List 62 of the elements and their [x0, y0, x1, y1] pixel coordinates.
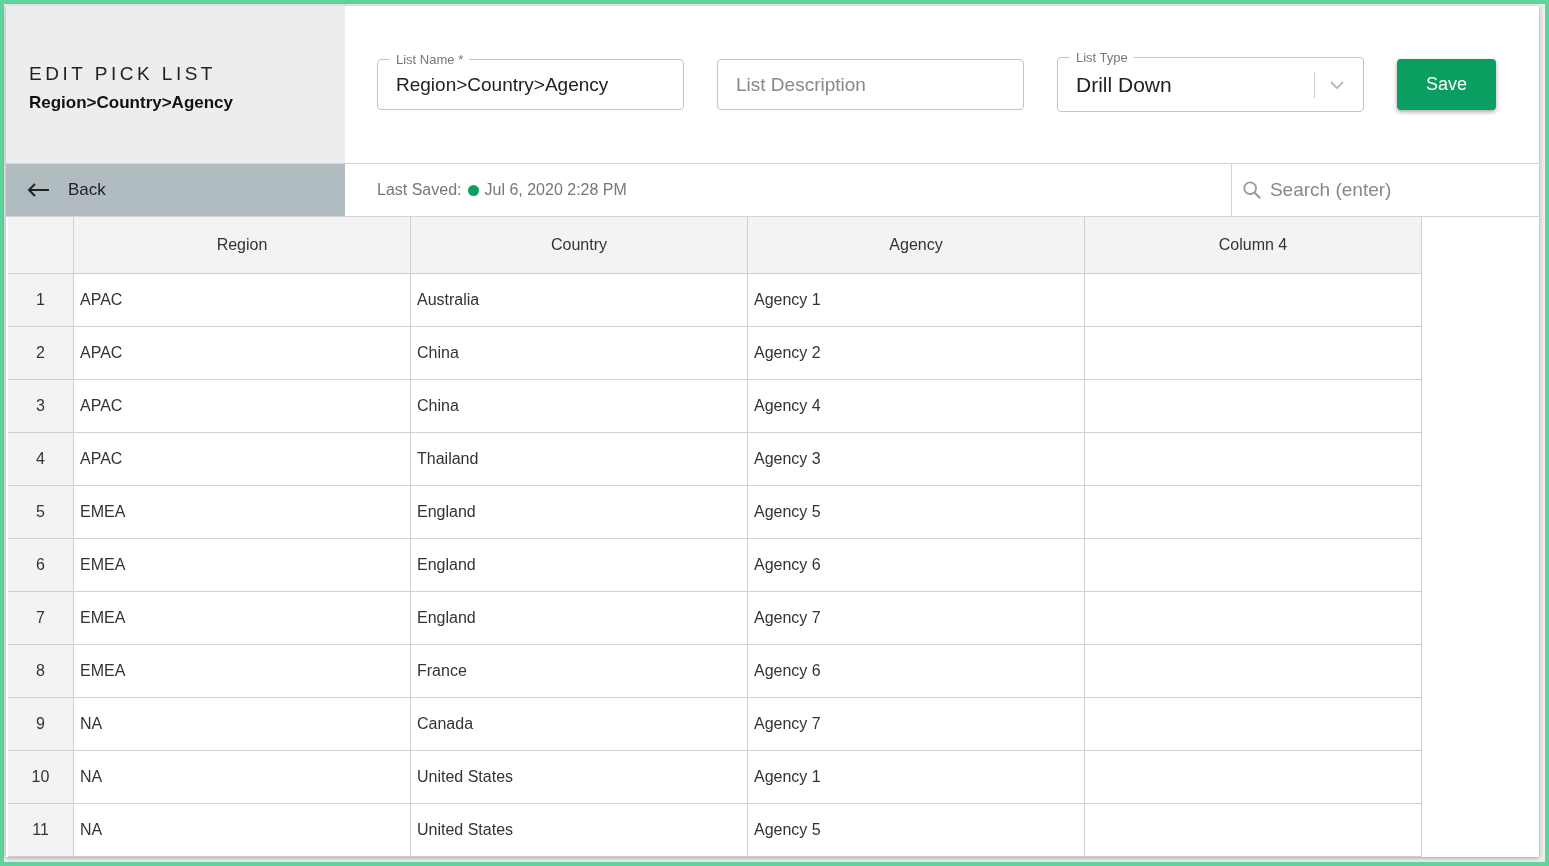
table-cell: Agency 5 [748, 804, 1085, 857]
row-number: 6 [8, 539, 74, 592]
table-cell: NA [74, 804, 411, 857]
table-cell: EMEA [74, 486, 411, 539]
table-cell: China [411, 380, 748, 433]
row-number: 4 [8, 433, 74, 486]
table-cell: England [411, 486, 748, 539]
table-cell: APAC [74, 380, 411, 433]
row-number: 7 [8, 592, 74, 645]
table-cell: EMEA [74, 539, 411, 592]
row-number: 2 [8, 327, 74, 380]
table-cell: APAC [74, 327, 411, 380]
table-cell: England [411, 539, 748, 592]
table-cell: Agency 6 [748, 645, 1085, 698]
table-cell: Agency 1 [748, 751, 1085, 804]
arrow-left-icon [26, 182, 50, 199]
table-cell: Agency 1 [748, 274, 1085, 327]
row-number: 5 [8, 486, 74, 539]
table-cell: United States [411, 804, 748, 857]
column-header[interactable]: Country [411, 217, 748, 274]
row-number: 1 [8, 274, 74, 327]
table-cell: China [411, 327, 748, 380]
last-saved-time: Jul 6, 2020 2:28 PM [484, 181, 627, 200]
table-cell: NA [74, 698, 411, 751]
row-number: 8 [8, 645, 74, 698]
table-cell: Agency 3 [748, 433, 1085, 486]
table-cell: EMEA [74, 645, 411, 698]
table-cell: APAC [74, 433, 411, 486]
search-icon [1242, 179, 1262, 202]
table-cell: NA [74, 751, 411, 804]
text-input[interactable]: Region>Country>Agency [396, 73, 665, 96]
row-number: 11 [8, 804, 74, 857]
table-cell: Agency 2 [748, 327, 1085, 380]
text-field[interactable]: List Description [717, 59, 1024, 111]
table-cell: Agency 7 [748, 592, 1085, 645]
search-field[interactable]: Search (enter) [1231, 164, 1539, 216]
list-title: Region>Country>Agency [29, 92, 235, 113]
table-cell: England [411, 592, 748, 645]
table-cell: Agency 6 [748, 539, 1085, 592]
table-cell: France [411, 645, 748, 698]
row-number: 9 [8, 698, 74, 751]
column-header[interactable]: Column 4 [1085, 217, 1422, 274]
last-saved-label: Last Saved: [377, 181, 462, 200]
table-cell: Agency 4 [748, 380, 1085, 433]
field-label: List Type [1070, 50, 1134, 66]
back-button[interactable]: Back [6, 164, 345, 216]
table-cell: Canada [411, 698, 748, 751]
search-input[interactable]: Search (enter) [1269, 179, 1539, 202]
chevron-down-icon [1329, 79, 1345, 90]
row-number: 3 [8, 380, 74, 433]
column-header[interactable]: Region [74, 217, 411, 274]
table-cell: Australia [411, 274, 748, 327]
text-input[interactable]: List Description [736, 73, 1005, 96]
column-header[interactable]: Agency [748, 217, 1085, 274]
page-heading: EDIT PICK LIST [29, 62, 217, 85]
table-cell: APAC [74, 274, 411, 327]
table-cell: Agency 7 [748, 698, 1085, 751]
table-cell: Thailand [411, 433, 748, 486]
table-cell: United States [411, 751, 748, 804]
table-cell: Agency 5 [748, 486, 1085, 539]
row-number: 10 [8, 751, 74, 804]
table-cell: EMEA [74, 592, 411, 645]
